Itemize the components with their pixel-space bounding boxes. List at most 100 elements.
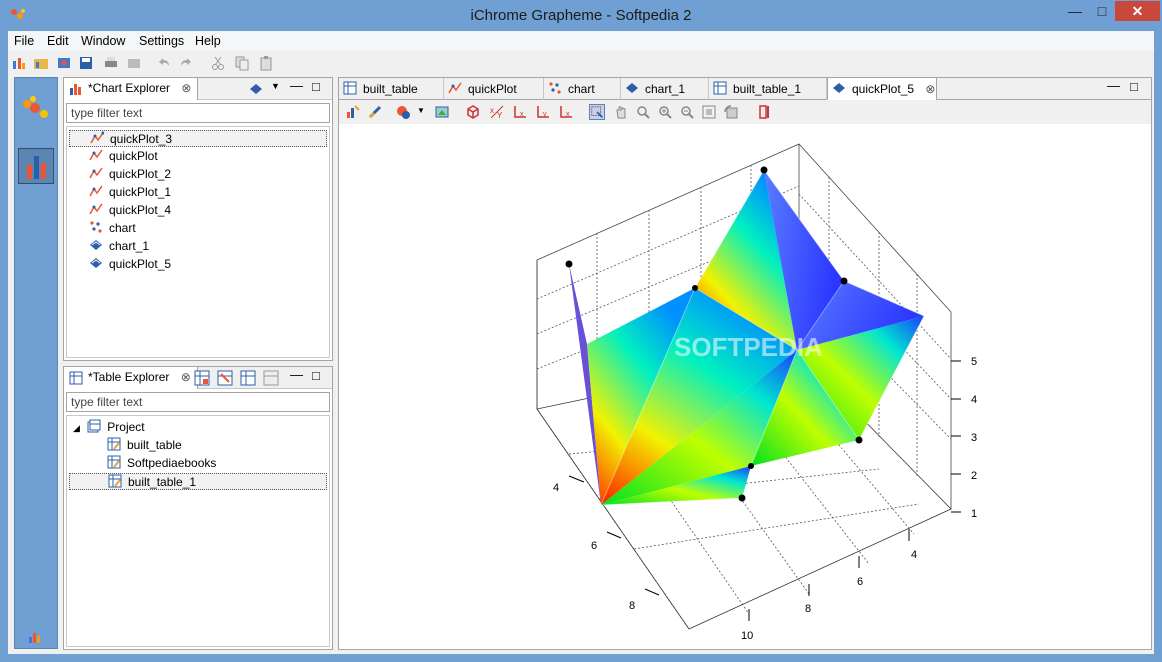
chart-filter-input[interactable]: type filter text: [66, 103, 330, 123]
tab-chart-1[interactable]: chart_1: [621, 78, 709, 100]
paste-icon[interactable]: [258, 55, 274, 71]
maximize-panel-button[interactable]: □: [312, 368, 320, 383]
table-item-softpediaebooks[interactable]: Softpediaebooks: [107, 455, 216, 472]
left-tick-label: 6: [591, 540, 597, 552]
tab-built-table-1[interactable]: built_table_1: [709, 78, 827, 100]
maximize-editor-button[interactable]: □: [1130, 79, 1138, 94]
table-icon: [713, 81, 727, 95]
line-plot-icon: [89, 185, 103, 197]
svg-text:Y: Y: [497, 111, 503, 120]
chart-explorer-icon: [70, 84, 81, 95]
axis-y-icon[interactable]: y: [535, 104, 551, 120]
split-view-icon[interactable]: [757, 104, 773, 120]
x-tick-label: 10: [741, 630, 753, 642]
app-window: iChrome Grapheme - Softpedia 2 — □ ✕ Fil…: [0, 0, 1162, 662]
left-tick-label: 4: [553, 482, 559, 494]
chart-item-chart-1[interactable]: chart_1: [89, 238, 149, 255]
view-menu-icon[interactable]: [248, 82, 264, 96]
table-icon: [343, 81, 357, 95]
chart-item-quickplot-3[interactable]: quickPlot_3: [69, 130, 327, 147]
close-tab-icon[interactable]: ⊗: [181, 370, 191, 384]
table-explorer-tab[interactable]: *Table Explorer ⊗: [64, 367, 198, 389]
reset-view-icon[interactable]: [723, 104, 739, 120]
chart-item-quickplot-2[interactable]: quickPlot_2: [89, 166, 171, 183]
chart-explorer-tab[interactable]: *Chart Explorer ⊗: [64, 78, 199, 100]
edit-chart-icon[interactable]: [367, 104, 383, 120]
window-title: iChrome Grapheme - Softpedia 2: [470, 7, 692, 24]
tab-quickplot-5[interactable]: quickPlot_5 ⊗: [827, 78, 937, 100]
tab-chart[interactable]: chart: [544, 78, 621, 100]
chart-item-quickplot-4[interactable]: quickPlot_4: [89, 202, 171, 219]
new-table-icon[interactable]: [194, 370, 210, 386]
select-mode-icon[interactable]: [589, 104, 605, 120]
chart-item-quickplot[interactable]: quickPlot: [89, 148, 158, 165]
line-plot-icon: [448, 82, 462, 94]
redo-icon[interactable]: [178, 55, 194, 71]
chart-item-quickplot-5[interactable]: quickPlot_5: [89, 256, 171, 273]
save-icon[interactable]: [78, 55, 94, 71]
svg-text:y: y: [543, 111, 547, 118]
axis-z-icon[interactable]: x: [558, 104, 574, 120]
menu-help[interactable]: Help: [195, 34, 221, 48]
table-item-built-table-1[interactable]: built_table_1: [69, 473, 327, 490]
edit-table-icon[interactable]: [240, 370, 256, 386]
color-scheme-icon[interactable]: [395, 104, 411, 120]
swap-xy-icon[interactable]: xY: [489, 104, 505, 120]
surface-plot-icon: [90, 240, 102, 250]
axis-x-icon[interactable]: x: [512, 104, 528, 120]
export-image-icon[interactable]: [435, 104, 451, 120]
y-tick-label: 8: [805, 603, 811, 615]
add-perspective-icon[interactable]: [28, 630, 42, 644]
minimize-panel-button[interactable]: —: [290, 78, 303, 93]
minimize-button[interactable]: —: [1060, 1, 1090, 21]
client-area: File Edit Window Settings Help *Chart Ex…: [8, 31, 1154, 654]
menu-file[interactable]: File: [14, 34, 34, 48]
close-button[interactable]: ✕: [1115, 1, 1160, 21]
line-plot-icon: [89, 203, 103, 215]
pan-hand-icon[interactable]: [613, 104, 629, 120]
svg-text:x: x: [490, 106, 494, 115]
menu-edit[interactable]: Edit: [47, 34, 69, 48]
save-all-icon[interactable]: [126, 55, 142, 71]
3d-box-icon[interactable]: [465, 104, 481, 120]
tab-quickplot[interactable]: quickPlot: [444, 78, 544, 100]
collapse-arrow-icon[interactable]: ◢: [73, 423, 80, 433]
menu-window[interactable]: Window: [81, 34, 125, 48]
delete-table-icon[interactable]: [217, 370, 233, 386]
undo-icon[interactable]: [156, 55, 172, 71]
new-chart-icon[interactable]: [11, 55, 27, 71]
menu-bar: File Edit Window Settings Help: [8, 31, 1154, 51]
table-item-built-table[interactable]: built_table: [107, 437, 182, 454]
minimize-panel-button[interactable]: —: [290, 367, 303, 382]
project-node[interactable]: ◢ Project: [73, 419, 145, 436]
table-settings-icon[interactable]: [263, 370, 279, 386]
minimize-editor-button[interactable]: —: [1107, 78, 1120, 93]
chart-wizard-icon[interactable]: [345, 104, 361, 120]
surface-plot: SOFTPEDIA 1 2 3 4 5 4 6 8 10 4 6 8: [536, 143, 977, 642]
open-chart-icon[interactable]: [33, 55, 49, 71]
print-icon[interactable]: [103, 55, 119, 71]
zoom-in-icon[interactable]: [657, 104, 673, 120]
dropdown-arrow-icon[interactable]: ▼: [271, 81, 280, 91]
grapheme-perspective-icon[interactable]: [19, 94, 53, 124]
maximize-button[interactable]: □: [1087, 1, 1117, 21]
tab-built-table[interactable]: built_table: [339, 78, 444, 100]
chart-item-chart[interactable]: chart: [89, 220, 136, 237]
zoom-box-icon[interactable]: [635, 104, 651, 120]
table-filter-input[interactable]: type filter text: [66, 392, 330, 412]
dropdown-arrow-icon[interactable]: ▼: [417, 106, 425, 115]
chart-toolbar: ▼ xY x y x: [339, 100, 1151, 124]
svg-text:x: x: [566, 111, 570, 118]
menu-settings[interactable]: Settings: [139, 34, 184, 48]
maximize-panel-button[interactable]: □: [312, 79, 320, 94]
close-tab-icon[interactable]: ⊗: [181, 81, 191, 95]
zoom-out-icon[interactable]: [679, 104, 695, 120]
chart-perspective-button[interactable]: [18, 148, 54, 184]
fit-view-icon[interactable]: [701, 104, 717, 120]
copy-icon[interactable]: [234, 55, 250, 71]
import-icon[interactable]: [56, 55, 72, 71]
cut-icon[interactable]: [210, 55, 226, 71]
close-tab-icon[interactable]: ⊗: [925, 82, 935, 96]
chart-item-quickplot-1[interactable]: quickPlot_1: [89, 184, 171, 201]
scatter-plot-icon: [90, 221, 102, 233]
